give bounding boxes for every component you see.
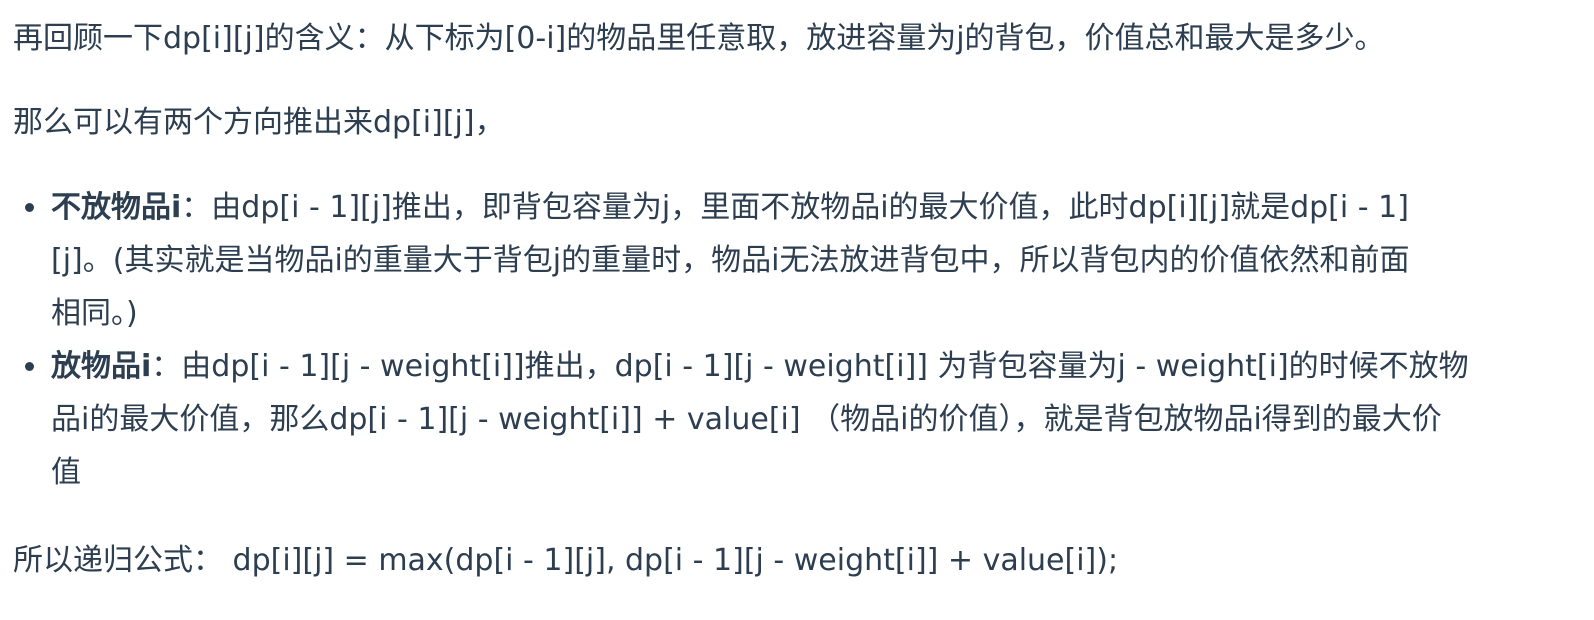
list-item-term: 不放物品i: [51, 190, 182, 225]
list-item-put: 放物品i：由dp[i - 1][j - weight[i]]推出，dp[i - …: [13, 340, 1481, 499]
recap-paragraph: 再回顾一下dp[i][j]的含义：从下标为[0-i]的物品里任意取，放进容量为j…: [13, 21, 1385, 56]
list-item-line: 品i的最大价值，那么dp[i - 1][j - weight[i]] + val…: [51, 402, 1442, 437]
bullet-dot: [25, 362, 34, 371]
formula-paragraph: 所以递归公式： dp[i][j] = max(dp[i - 1][j], dp[…: [13, 543, 1119, 578]
list-item-not-put: 不放物品i：由dp[i - 1][j]推出，即背包容量为j，里面不放物品i的最大…: [13, 181, 1481, 340]
list-item-term: 放物品i: [51, 349, 152, 384]
two-directions-paragraph: 那么可以有两个方向推出来dp[i][j]，: [13, 105, 505, 140]
list-item-line: 相同。): [51, 296, 138, 331]
list-item-text: ：由dp[i - 1][j]推出，即背包容量为j，里面不放物品i的最大价值，此时…: [181, 190, 1409, 225]
list-item-line: 不放物品i：由dp[i - 1][j]推出，即背包容量为j，里面不放物品i的最大…: [51, 181, 1481, 234]
list-item-text: ：由dp[i - 1][j - weight[i]]推出，dp[i - 1][j…: [151, 349, 1469, 384]
bullet-dot: [25, 203, 34, 212]
list-item-line: 放物品i：由dp[i - 1][j - weight[i]]推出，dp[i - …: [51, 340, 1481, 393]
list-item-line: [j]。(其实就是当物品i的重量大于背包j的重量时，物品i无法放进背包中，所以背…: [51, 243, 1410, 278]
cases-list: 不放物品i：由dp[i - 1][j]推出，即背包容量为j，里面不放物品i的最大…: [13, 181, 1481, 499]
list-item-line: 值: [51, 455, 81, 490]
